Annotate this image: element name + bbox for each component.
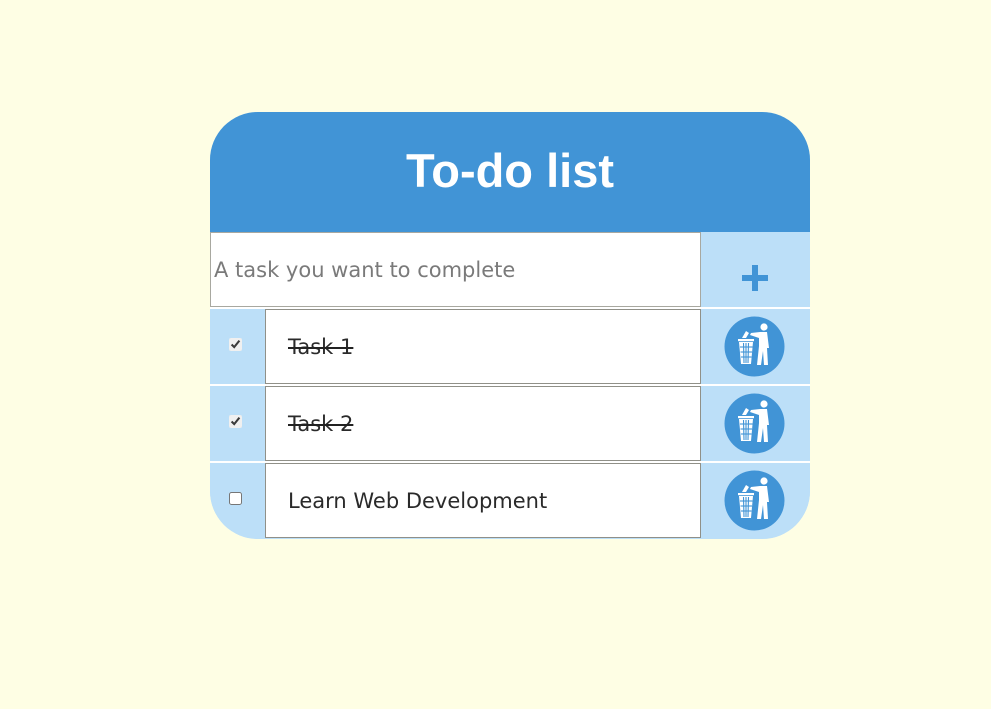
add-task-row <box>210 232 810 307</box>
task-field[interactable]: Task 1 <box>265 309 701 384</box>
todo-card: To-do list Task 1 <box>210 112 810 539</box>
trash-bin-person-icon <box>724 393 785 454</box>
task-row: Task 2 <box>210 386 810 461</box>
delete-task-button[interactable] <box>724 470 785 531</box>
delete-task-button[interactable] <box>724 316 785 377</box>
header: To-do list <box>210 112 810 232</box>
task-checkbox[interactable] <box>229 338 242 351</box>
new-task-input[interactable] <box>210 232 701 307</box>
plus-icon <box>742 265 768 291</box>
task-checkbox[interactable] <box>229 415 242 428</box>
add-task-button[interactable] <box>701 232 810 307</box>
page-title: To-do list <box>406 144 614 197</box>
task-label: Task 2 <box>288 412 354 436</box>
task-label: Task 1 <box>288 335 354 359</box>
task-row: Learn Web Development <box>210 463 810 538</box>
task-field[interactable]: Learn Web Development <box>265 463 701 538</box>
trash-bin-person-icon <box>724 316 785 377</box>
task-row: Task 1 <box>210 309 810 384</box>
delete-task-button[interactable] <box>724 393 785 454</box>
task-checkbox[interactable] <box>229 492 242 505</box>
task-label: Learn Web Development <box>288 489 548 513</box>
task-field[interactable]: Task 2 <box>265 386 701 461</box>
trash-bin-person-icon <box>724 470 785 531</box>
